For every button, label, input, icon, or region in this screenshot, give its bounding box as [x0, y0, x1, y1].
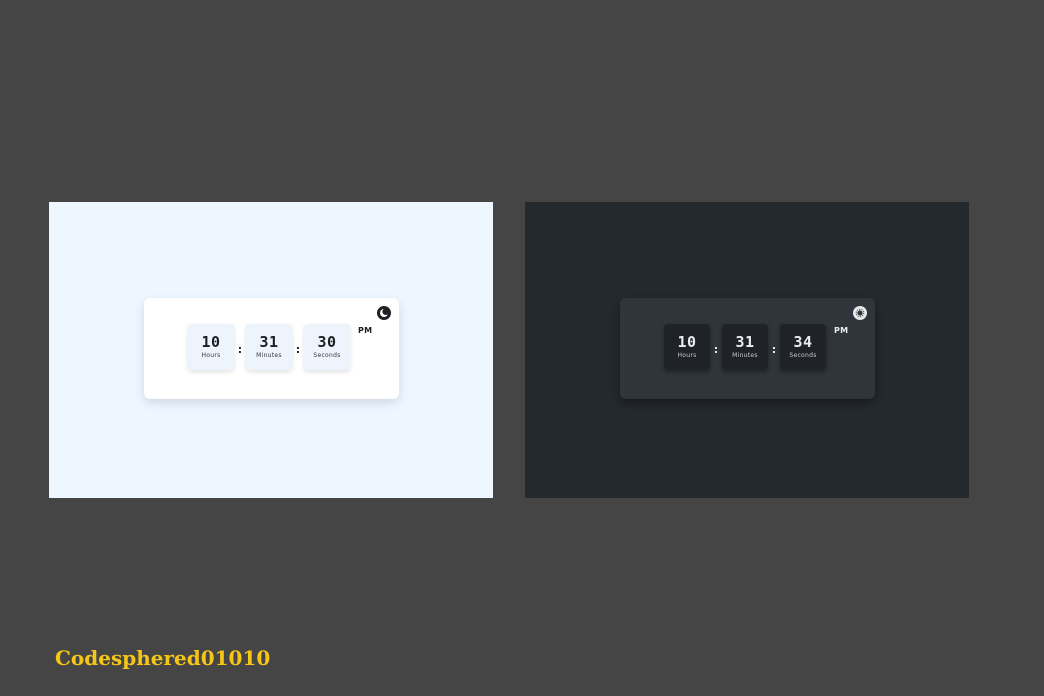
sun-icon [855, 308, 865, 318]
light-theme-preview: 10 Hours : 31 Minutes : 30 Seconds PM [49, 202, 493, 498]
seconds-label: Seconds [313, 352, 341, 359]
time-display: 10 Hours : 31 Minutes : 34 Seconds [664, 324, 826, 370]
seconds-label: Seconds [789, 352, 817, 359]
theme-toggle-button[interactable] [377, 306, 391, 320]
seconds-value: 34 [793, 333, 813, 351]
time-separator: : [771, 342, 777, 356]
hours-value: 10 [677, 333, 697, 351]
hours-value: 10 [201, 333, 221, 351]
minutes-box: 31 Minutes [246, 324, 292, 370]
seconds-box: 34 Seconds [780, 324, 826, 370]
dark-theme-preview: 10 Hours : 31 Minutes : 34 Seconds PM [525, 202, 969, 498]
watermark-text: Codesphered01010 [55, 646, 271, 670]
clock-card: 10 Hours : 31 Minutes : 30 Seconds PM [144, 298, 399, 399]
meridiem-indicator: PM [834, 326, 849, 335]
time-separator: : [713, 342, 719, 356]
hours-label: Hours [201, 352, 221, 359]
clock-card: 10 Hours : 31 Minutes : 34 Seconds PM [620, 298, 875, 399]
meridiem-indicator: PM [358, 326, 373, 335]
moon-icon [380, 308, 389, 317]
minutes-label: Minutes [732, 352, 758, 359]
time-separator: : [237, 342, 243, 356]
seconds-box: 30 Seconds [304, 324, 350, 370]
minutes-box: 31 Minutes [722, 324, 768, 370]
minutes-value: 31 [735, 333, 755, 351]
seconds-value: 30 [317, 333, 337, 351]
minutes-label: Minutes [256, 352, 282, 359]
hours-box: 10 Hours [664, 324, 710, 370]
theme-toggle-button[interactable] [853, 306, 867, 320]
time-separator: : [295, 342, 301, 356]
time-display: 10 Hours : 31 Minutes : 30 Seconds [188, 324, 350, 370]
hours-label: Hours [677, 352, 697, 359]
minutes-value: 31 [259, 333, 279, 351]
hours-box: 10 Hours [188, 324, 234, 370]
